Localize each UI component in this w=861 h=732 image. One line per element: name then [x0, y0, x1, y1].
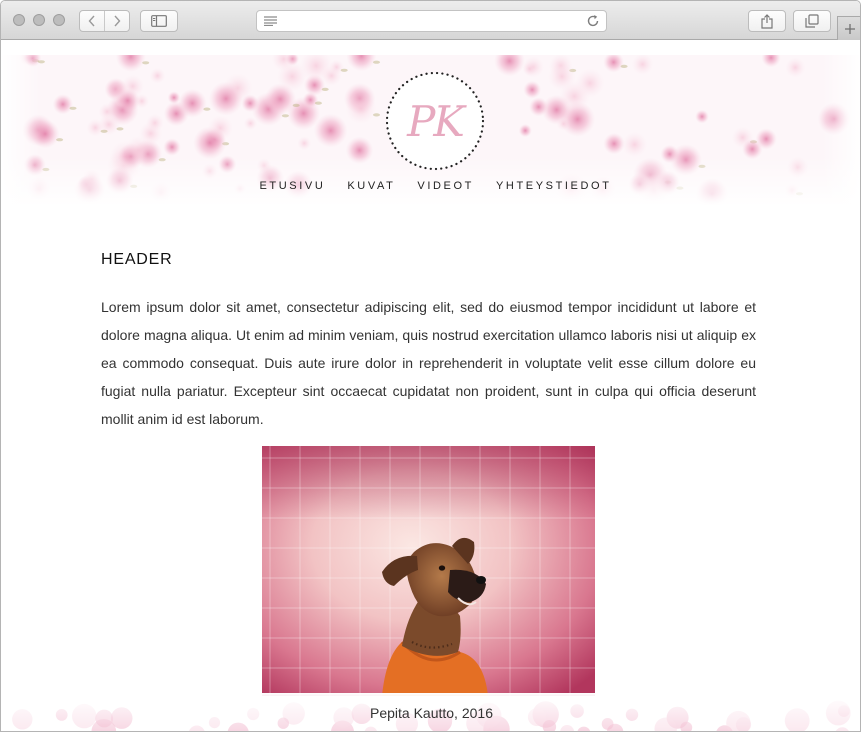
browser-toolbar	[1, 1, 860, 40]
sidebar-icon	[151, 15, 167, 27]
nav-link-etusivu[interactable]: ETUSIVU	[259, 180, 325, 192]
nav-link-videot[interactable]: VIDEOT	[417, 180, 474, 192]
minimize-window-button[interactable]	[33, 14, 45, 26]
share-icon	[761, 13, 773, 29]
back-forward-group	[79, 10, 130, 32]
article-header: HEADER	[101, 251, 173, 268]
plus-icon	[845, 23, 855, 34]
web-page: PK ETUSIVU KUVAT VIDEOT YHTEYSTIEDOT HEA…	[1, 41, 860, 731]
new-tab-button[interactable]	[837, 16, 860, 40]
sidebar-button[interactable]	[140, 10, 178, 32]
article: HEADER Lorem ipsum dolor sit amet, conse…	[101, 251, 756, 433]
reload-icon[interactable]	[586, 14, 600, 28]
site-logo[interactable]: PK	[385, 71, 485, 171]
nav-link-yhteystiedot[interactable]: YHTEYSTIEDOT	[496, 180, 612, 192]
address-bar[interactable]	[256, 10, 607, 32]
nav-link-kuvat[interactable]: KUVAT	[347, 180, 395, 192]
logo-monogram: PK	[407, 96, 465, 146]
zoom-window-button[interactable]	[53, 14, 65, 26]
url-input[interactable]	[285, 13, 575, 29]
close-window-button[interactable]	[13, 14, 25, 26]
photo-caption: Pepita Kautto, 2016	[370, 705, 493, 721]
forward-button[interactable]	[104, 11, 129, 31]
reader-icon[interactable]	[264, 16, 278, 26]
article-body: Lorem ipsum dolor sit amet, consectetur …	[101, 299, 756, 427]
share-button[interactable]	[748, 10, 786, 32]
back-button[interactable]	[80, 11, 104, 31]
chevron-left-icon	[88, 15, 95, 27]
tabs-overview-button[interactable]	[793, 10, 831, 32]
dog-photo	[262, 446, 595, 696]
browser-window: PK ETUSIVU KUVAT VIDEOT YHTEYSTIEDOT HEA…	[0, 0, 861, 732]
chevron-right-icon	[114, 15, 121, 27]
main-navigation: ETUSIVU KUVAT VIDEOT YHTEYSTIEDOT	[1, 180, 860, 192]
tabs-icon	[805, 14, 819, 28]
